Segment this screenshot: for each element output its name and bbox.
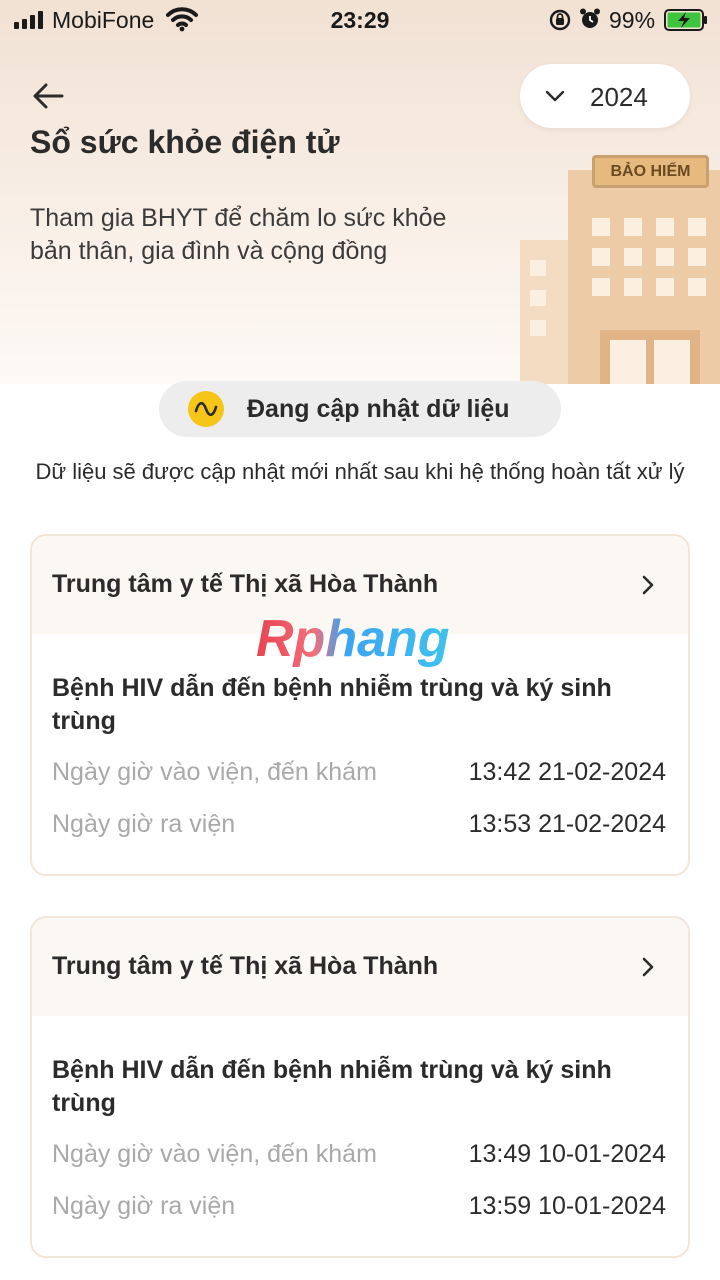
- record-card: Trung tâm y tế Thị xã Hòa Thành Bệnh HIV…: [30, 534, 690, 876]
- alarm-icon: [580, 8, 600, 28]
- facility-name: Trung tâm y tế Thị xã Hòa Thành: [52, 952, 439, 980]
- update-note: Dữ liệu sẽ được cập nhật mới nhất sau kh…: [35, 459, 685, 484]
- admission-label: Ngày giờ vào viện, đến khám: [52, 1140, 377, 1168]
- admission-label: Ngày giờ vào viện, đến khám: [52, 758, 377, 786]
- admission-value: 13:49 10-01-2024: [468, 1140, 666, 1168]
- year-selector[interactable]: 2024: [520, 64, 690, 128]
- rotation-lock-icon: [549, 9, 571, 31]
- discharge-label: Ngày giờ ra viện: [52, 810, 236, 838]
- discharge-value: 13:53 21-02-2024: [468, 810, 666, 838]
- record-card: Trung tâm y tế Thị xã Hòa Thành Bệnh HIV…: [30, 916, 690, 1258]
- chevron-right-icon: [642, 957, 654, 977]
- watermark-logo: Rphang: [255, 609, 450, 669]
- admission-value: 13:42 21-02-2024: [468, 758, 666, 786]
- chevron-right-icon: [642, 575, 654, 595]
- page-title: Sổ sức khỏe điện tử: [30, 124, 340, 160]
- watermark-text: Rphang: [256, 610, 450, 668]
- health-record-screen: BẢO HIỂM MobiFone 23:29 99% 2024 Sổ sức …: [0, 0, 720, 1280]
- chevron-down-icon: [545, 90, 565, 102]
- header-banner: BẢO HIỂM MobiFone 23:29 99% 2024 Sổ sức …: [0, 0, 720, 384]
- arrow-left-icon[interactable]: [28, 78, 68, 114]
- diagnosis: Bệnh HIV dẫn đến bệnh nhiễm trùng và ký …: [52, 1056, 612, 1117]
- facility-name: Trung tâm y tế Thị xã Hòa Thành: [52, 570, 439, 598]
- year-value: 2024: [590, 82, 648, 112]
- diagnosis: Bệnh HIV dẫn đến bệnh nhiễm trùng và ký …: [52, 674, 612, 735]
- discharge-label: Ngày giờ ra viện: [52, 1192, 236, 1220]
- battery-percent: 99%: [609, 7, 656, 33]
- discharge-value: 13:59 10-01-2024: [468, 1192, 666, 1220]
- insurance-sign: BẢO HIỂM: [592, 155, 709, 188]
- page-description: Tham gia BHYT để chăm lo sức khỏe bản th…: [30, 204, 447, 265]
- updating-icon: [188, 391, 224, 427]
- status-bar: MobiFone 23:29 99%: [0, 0, 720, 40]
- battery-charging-icon: [664, 9, 707, 31]
- update-status-label: Đang cập nhật dữ liệu: [247, 395, 510, 423]
- record-card-header[interactable]: Trung tâm y tế Thị xã Hòa Thành: [32, 918, 688, 1016]
- update-status-badge: Đang cập nhật dữ liệu: [159, 381, 561, 437]
